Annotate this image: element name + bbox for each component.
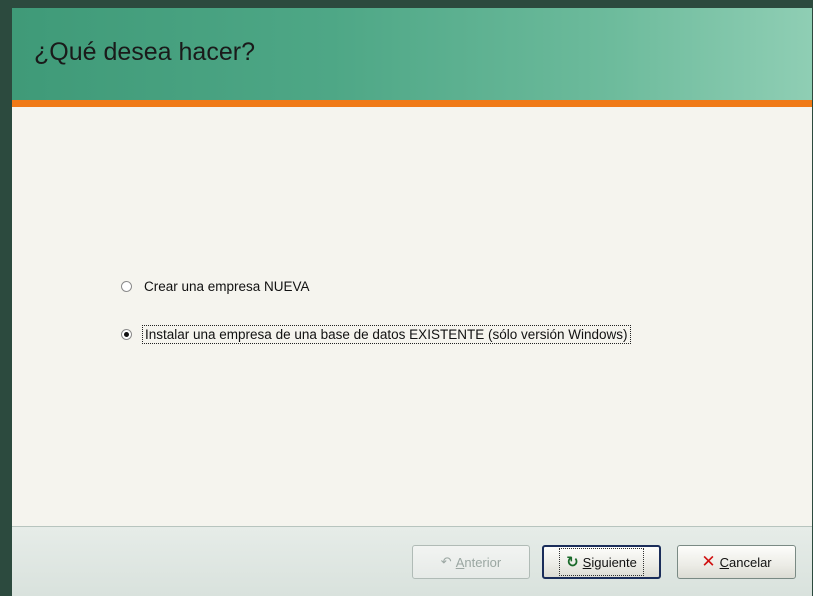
next-button-focus: ↻ Siguiente (559, 548, 644, 576)
radio-option-install-existing[interactable]: Instalar una empresa de una base de dato… (121, 325, 631, 344)
wizard-header: ¿Qué desea hacer? (12, 8, 812, 100)
wizard-footer: ↶ Anterior ↻ Siguiente ✕ Cancelar (12, 527, 812, 596)
cancel-button-label: Cancelar (719, 554, 772, 570)
next-button-label: Siguiente (582, 554, 637, 570)
next-button[interactable]: ↻ Siguiente (542, 545, 661, 579)
header-accent-bar (12, 100, 812, 107)
wizard-window: ¿Qué desea hacer? Crear una empresa NUEV… (0, 0, 813, 596)
radio-button-unchecked[interactable] (121, 281, 132, 292)
page-title: ¿Qué desea hacer? (34, 38, 255, 66)
refresh-arrow-icon: ↻ (566, 554, 579, 571)
radio-button-checked[interactable] (121, 329, 132, 340)
previous-button[interactable]: ↶ Anterior (412, 545, 530, 579)
previous-button-label: Anterior (455, 554, 502, 570)
x-icon: ✕ (701, 552, 716, 571)
cancel-button[interactable]: ✕ Cancelar (677, 545, 796, 579)
radio-option-label[interactable]: Instalar una empresa de una base de dato… (142, 325, 631, 344)
radio-option-label[interactable]: Crear una empresa NUEVA (144, 279, 310, 294)
radio-option-create-new[interactable]: Crear una empresa NUEVA (121, 279, 310, 294)
undo-arrow-icon: ↶ (440, 554, 452, 569)
wizard-content: Crear una empresa NUEVA Instalar una emp… (12, 107, 812, 526)
